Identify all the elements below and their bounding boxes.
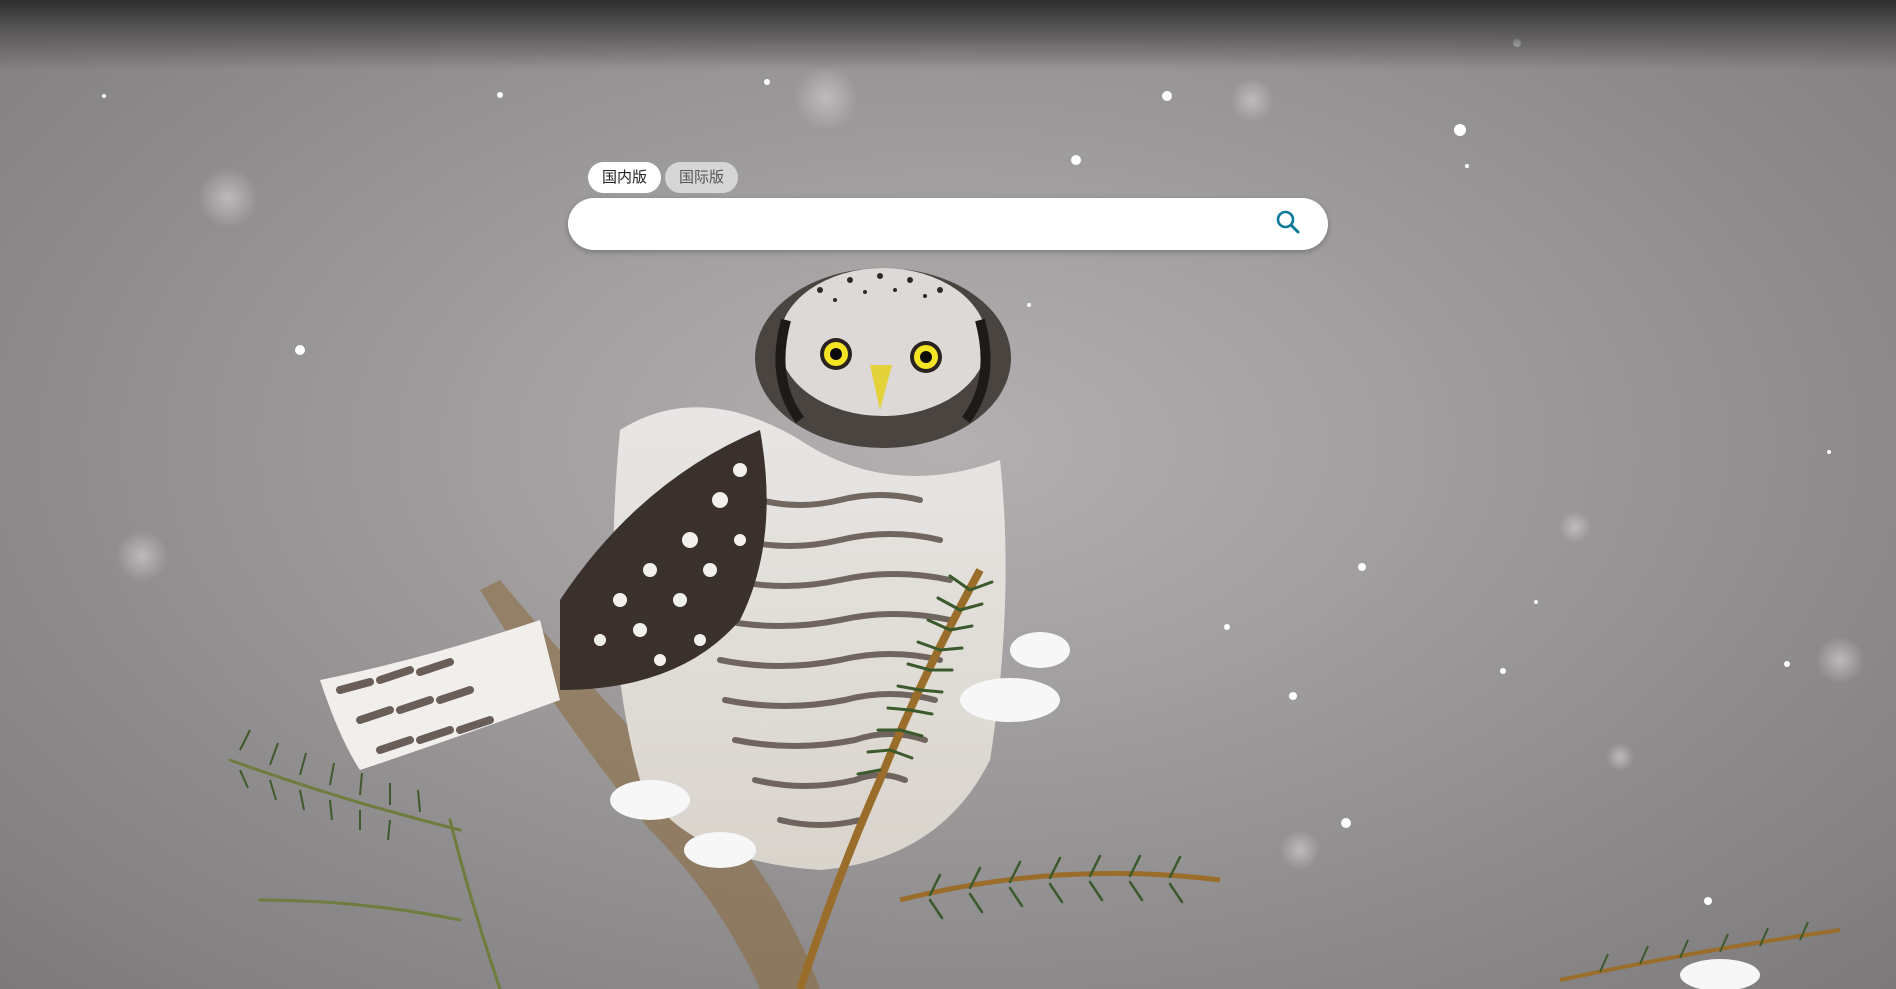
search-button[interactable] xyxy=(1268,204,1308,244)
search-bar xyxy=(568,198,1328,250)
top-gradient-shade xyxy=(0,0,1896,70)
search-icon xyxy=(1275,209,1301,239)
owl-wallpaper-image xyxy=(102,39,1864,989)
tab-international[interactable]: 国际版 xyxy=(665,162,739,193)
tab-domestic[interactable]: 国内版 xyxy=(588,162,662,193)
wallpaper-background: 国内版 国际版 xyxy=(0,0,1896,989)
region-tabs: 国内版 国际版 xyxy=(588,162,739,193)
search-input[interactable] xyxy=(592,203,1268,245)
